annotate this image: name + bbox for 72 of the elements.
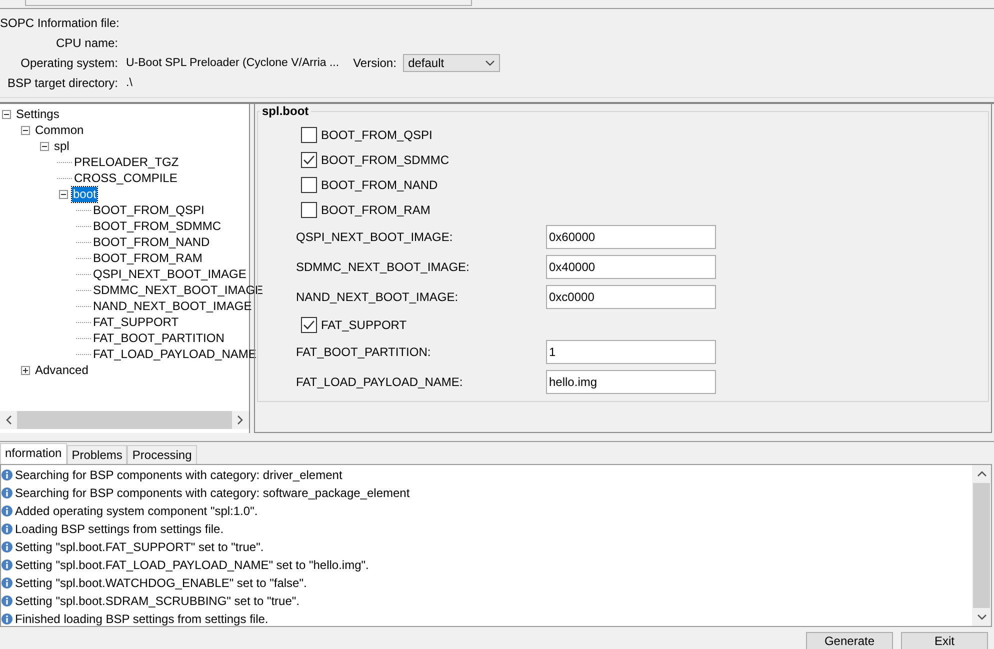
tree-item[interactable]: NAND_NEXT_BOOT_IMAGE	[92, 298, 253, 314]
log-message: Setting "spl.boot.FAT_SUPPORT" set to "true".	[15, 540, 264, 554]
field-label: NAND_NEXT_BOOT_IMAGE:	[296, 290, 460, 304]
log-message: Finished loading BSP settings from settings file.	[15, 612, 268, 626]
field-value: U-Boot SPL Preloader (Cyclone V/Arria ...	[126, 57, 340, 69]
checkbox-label: BOOT_FROM_SDMMC	[321, 152, 450, 166]
collapse-icon[interactable]	[21, 126, 30, 134]
dialog-button[interactable]: Exit	[901, 632, 988, 649]
tree-item[interactable]: SDMMC_NEXT_BOOT_IMAGE	[92, 282, 264, 298]
tree-item[interactable]: FAT_LOAD_PAYLOAD_NAME	[92, 346, 258, 362]
input-field[interactable]: 0x40000	[546, 255, 716, 279]
field-label: FAT_BOOT_PARTITION:	[296, 345, 432, 359]
tree-item[interactable]: BOOT_FROM_NAND	[92, 234, 211, 250]
field-label: SOPC Information file:	[0, 16, 118, 30]
chevron-up-icon[interactable]	[976, 471, 986, 477]
tree-item[interactable]: PRELOADER_TGZ	[73, 154, 180, 170]
field-label: QSPI_NEXT_BOOT_IMAGE:	[296, 230, 454, 244]
field-label: SDMMC_NEXT_BOOT_IMAGE:	[296, 260, 470, 274]
field-value: .\	[126, 77, 132, 89]
tree-item[interactable]: Advanced	[34, 362, 90, 378]
checkbox-label: BOOT_FROM_QSPI	[321, 128, 432, 142]
checkbox[interactable]	[301, 152, 317, 168]
tree-item[interactable]: FAT_SUPPORT	[92, 314, 180, 330]
tab[interactable]: Processing	[127, 445, 197, 464]
tree-item[interactable]: Common	[34, 122, 85, 138]
tree-item[interactable]: BOOT_FROM_SDMMC	[92, 218, 222, 234]
expand-icon[interactable]	[21, 366, 30, 374]
log-message: Searching for BSP components with category: software_package_element	[15, 486, 410, 500]
input-field[interactable]: 1	[546, 340, 716, 364]
log-message: Setting "spl.boot.WATCHDOG_ENABLE" set to "false".	[15, 576, 307, 590]
log-message: Setting "spl.boot.SDRAM_SCRUBBING" set to "true".	[15, 594, 300, 608]
horizontal-scrollbar[interactable]	[0, 411, 249, 429]
field-label: Operating system:	[20, 56, 118, 70]
collapse-icon[interactable]	[40, 142, 49, 150]
tree-item[interactable]: BOOT_FROM_RAM	[92, 250, 204, 266]
checkbox-label: BOOT_FROM_NAND	[321, 178, 438, 192]
log-message: Searching for BSP components with category: driver_element	[15, 468, 342, 482]
chevron-down-icon	[485, 60, 496, 66]
tree-item[interactable]: boot	[72, 186, 98, 202]
tree-item[interactable]: QSPI_NEXT_BOOT_IMAGE	[92, 266, 248, 282]
field-label: CPU name:	[54, 36, 118, 50]
vertical-scrollbar[interactable]	[972, 465, 991, 626]
field-label: BSP target directory:	[6, 76, 118, 90]
checkbox-label: BOOT_FROM_RAM	[321, 202, 430, 216]
input-field[interactable]: 0xc0000	[546, 285, 716, 309]
checkbox-label: FAT_SUPPORT	[321, 318, 407, 332]
log-message: Setting "spl.boot.FAT_LOAD_PAYLOAD_NAME" set to "hello.img".	[15, 558, 369, 572]
tree-item[interactable]: Settings	[15, 106, 60, 122]
input-field[interactable]: 0x60000	[546, 225, 716, 249]
tree-item[interactable]: FAT_BOOT_PARTITION	[92, 330, 226, 346]
chevron-left-icon[interactable]	[6, 415, 12, 425]
version-dropdown[interactable]: default	[403, 54, 500, 72]
checkbox[interactable]	[301, 176, 317, 192]
collapse-icon[interactable]	[59, 190, 68, 198]
field-label: FAT_LOAD_PAYLOAD_NAME:	[296, 375, 464, 389]
version-label: Version:	[353, 56, 398, 70]
collapse-icon[interactable]	[2, 110, 11, 118]
tree-item[interactable]: BOOT_FROM_QSPI	[92, 202, 206, 218]
tab[interactable]: Problems	[66, 445, 128, 464]
chevron-right-icon[interactable]	[237, 415, 243, 425]
chevron-down-icon[interactable]	[976, 614, 986, 620]
dialog-button[interactable]: Generate	[806, 632, 893, 649]
checkbox[interactable]	[301, 126, 317, 142]
tree-item[interactable]: spl	[53, 138, 70, 154]
checkbox[interactable]	[301, 202, 317, 218]
log-message: Loading BSP settings from settings file.	[15, 522, 224, 536]
group-title: spl.boot	[261, 104, 310, 118]
input-field[interactable]: hello.img	[546, 370, 716, 394]
tab[interactable]: nformation	[0, 443, 67, 464]
tree-item[interactable]: CROSS_COMPILE	[73, 170, 178, 186]
checkbox[interactable]	[301, 316, 317, 332]
log-message: Added operating system component "spl:1.0".	[15, 504, 258, 518]
